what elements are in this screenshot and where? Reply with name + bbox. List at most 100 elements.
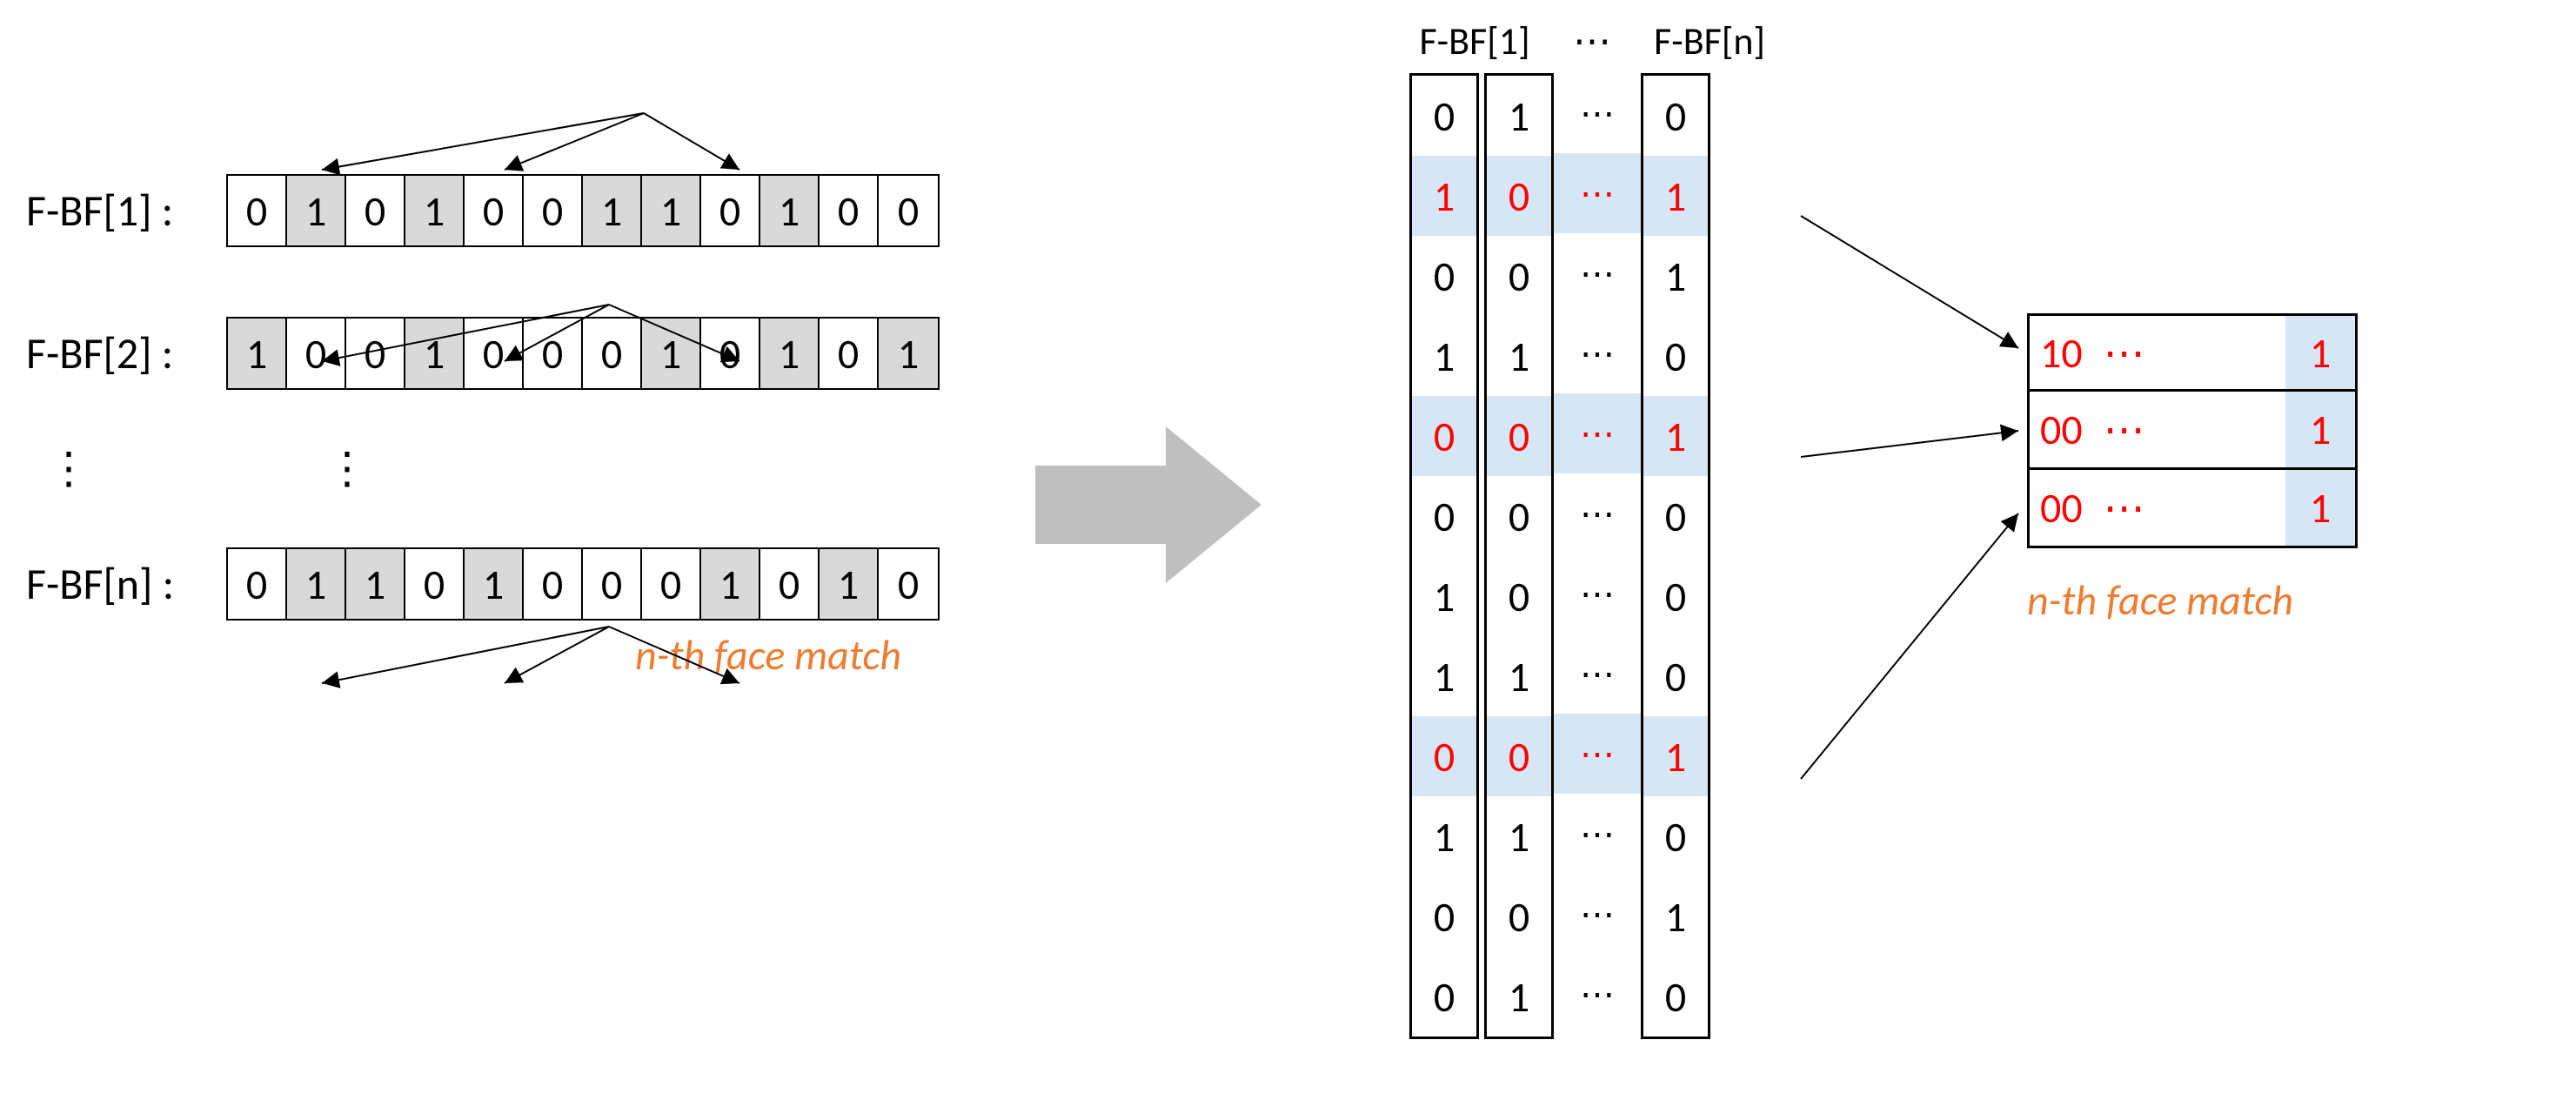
left-horizontal-representation: F-BF[1] : 0 1 0 1 0 0 1 1 0 1 0 0 F-BF[2… (26, 122, 940, 681)
hdots-icon: ⋯ (2093, 327, 2156, 379)
cell: 0 (1412, 76, 1476, 156)
match-row: 00 ⋯ 1 (2027, 392, 2358, 470)
cell: 1 (1487, 76, 1551, 156)
col-header-n: F-BF[n] (1636, 17, 1783, 64)
bit: 0 (583, 549, 642, 619)
col-n: 0 1 1 0 1 0 0 0 1 0 1 0 (1641, 73, 1710, 1039)
cell: 0 (1643, 636, 1708, 716)
bit: 1 (405, 319, 465, 388)
bit: 0 (701, 176, 760, 245)
match-row: 10 ⋯ 1 (2027, 313, 2358, 392)
bit: 1 (760, 319, 820, 388)
bit: 0 (228, 176, 287, 245)
hdots-icon: ⋯ (1554, 874, 1641, 954)
bit: 0 (346, 176, 405, 245)
bit: 0 (583, 319, 642, 388)
bit: 1 (228, 319, 287, 388)
cell: 0 (1412, 876, 1476, 956)
fbf-row-n: F-BF[n] : 0 1 1 0 1 0 0 0 1 0 1 0 (26, 547, 940, 621)
fbf-label-n: F-BF[n] : (26, 558, 226, 611)
bit: 0 (820, 176, 879, 245)
match-prefix: 10 (2030, 327, 2093, 379)
right-vertical-representation: F-BF[1] ⋯ F-BF[n] 0 1 0 1 0 0 1 1 0 1 0 … (1409, 17, 1783, 1039)
cell: 0 (1487, 476, 1551, 556)
hdots-icon: ⋯ (1554, 153, 1641, 233)
bit: 1 (760, 176, 820, 245)
cell: 1 (1643, 236, 1708, 316)
cell: 0 (1412, 716, 1476, 796)
bit: 1 (879, 319, 938, 388)
bit: 1 (405, 176, 465, 245)
hdots-icon: ⋯ (1554, 954, 1641, 1034)
bit: 1 (701, 549, 760, 619)
cell: 0 (1487, 156, 1551, 236)
bit: 0 (405, 549, 465, 619)
match-result-box: 10 ⋯ 1 00 ⋯ 1 00 ⋯ 1 n-th face match (2027, 313, 2358, 626)
bit: 1 (820, 549, 879, 619)
bit: 0 (524, 176, 583, 245)
cell: 0 (1412, 956, 1476, 1037)
bit: 0 (642, 549, 701, 619)
col-header-1: F-BF[1] (1401, 17, 1549, 64)
cell: 0 (1643, 316, 1708, 396)
fbf-row-2: F-BF[2] : 1 0 0 1 0 0 0 1 0 1 0 1 (26, 317, 940, 390)
hdots-icon: ⋯ (1554, 794, 1641, 874)
hdots-icon: ⋯ (2093, 404, 2156, 455)
bit: 0 (879, 176, 938, 245)
col-1: 0 1 0 1 0 0 1 1 0 1 0 0 (1409, 73, 1479, 1039)
cell: 1 (1487, 956, 1551, 1037)
match-prefix: 00 (2030, 404, 2093, 455)
bit: 1 (465, 549, 524, 619)
bit: 0 (879, 549, 938, 619)
match-prefix: 00 (2030, 482, 2093, 533)
fbf-bits-1: 0 1 0 1 0 0 1 1 0 1 0 0 (226, 174, 940, 247)
bit: 0 (760, 549, 820, 619)
transform-arrow-icon (1035, 426, 1261, 583)
cell: 1 (1643, 876, 1708, 956)
vdots-icon: ⋮ (113, 442, 583, 495)
cell: 0 (1487, 396, 1551, 476)
cell: 0 (1643, 476, 1708, 556)
bit: 0 (465, 319, 524, 388)
cell: 1 (1412, 796, 1476, 876)
hdots-icon: ⋯ (1554, 554, 1641, 634)
col-header-mid: ⋯ (1557, 17, 1627, 64)
hdots-icon: ⋯ (1554, 393, 1641, 473)
bit: 0 (701, 319, 760, 388)
cell: 0 (1487, 876, 1551, 956)
bit: 0 (524, 549, 583, 619)
hdots-icon: ⋯ (1554, 233, 1641, 313)
hdots-icon: ⋯ (1554, 473, 1641, 554)
cell: 0 (1643, 76, 1708, 156)
cell: 0 (1412, 476, 1476, 556)
vdots-icon: ⋮ (26, 442, 113, 495)
cell: 0 (1487, 716, 1551, 796)
bit: 1 (346, 549, 405, 619)
bit: 1 (287, 176, 346, 245)
match-last: 1 (2285, 316, 2355, 389)
bit: 0 (346, 319, 405, 388)
bit: 1 (287, 549, 346, 619)
fbf-row-1: F-BF[1] : 0 1 0 1 0 0 1 1 0 1 0 0 (26, 174, 940, 247)
bit: 0 (228, 549, 287, 619)
match-last: 1 (2285, 392, 2355, 467)
cell: 1 (1412, 636, 1476, 716)
col-2: 1 0 0 1 0 0 0 1 0 1 0 1 (1484, 73, 1554, 1039)
column-headers: F-BF[1] ⋯ F-BF[n] (1401, 17, 1783, 64)
cell: 1 (1487, 316, 1551, 396)
cell: 0 (1643, 796, 1708, 876)
cell: 1 (1412, 556, 1476, 636)
cell: 0 (1643, 956, 1708, 1037)
vertical-columns: 0 1 0 1 0 0 1 1 0 1 0 0 1 0 0 1 0 0 0 1 … (1409, 73, 1783, 1039)
fbf-bits-n: 0 1 1 0 1 0 0 0 1 0 1 0 (226, 547, 940, 621)
match-caption: n-th face match (2027, 574, 2358, 626)
bit: 0 (465, 176, 524, 245)
bit: 0 (287, 319, 346, 388)
bit: 1 (642, 319, 701, 388)
cell: 1 (1643, 396, 1708, 476)
hdots-icon: ⋯ (1554, 714, 1641, 794)
cell: 0 (1487, 556, 1551, 636)
bit: 0 (820, 319, 879, 388)
bit: 1 (583, 176, 642, 245)
match-row: 00 ⋯ 1 (2027, 470, 2358, 548)
